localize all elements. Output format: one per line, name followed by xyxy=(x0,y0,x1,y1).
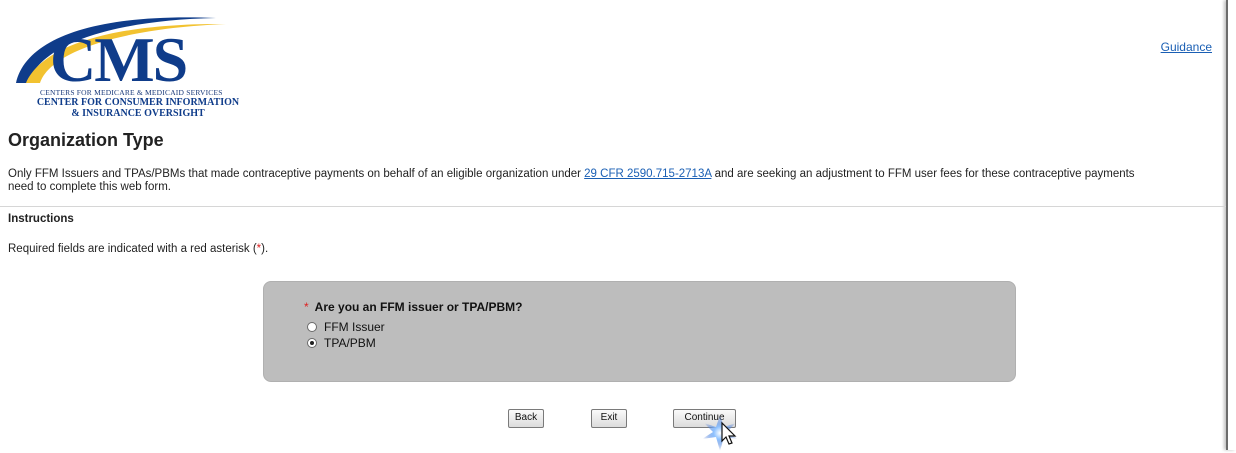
cms-logo: CMS CENTERS FOR MEDICARE & MEDICAID SERV… xyxy=(6,8,262,119)
question-panel: * Are you an FFM issuer or TPA/PBM? FFM I… xyxy=(263,281,1016,382)
question-required-asterisk: * xyxy=(304,300,309,314)
required-note: Required fields are indicated with a red… xyxy=(8,243,268,255)
logo-subtitle-oversight: & INSURANCE OVERSIGHT xyxy=(71,108,205,119)
back-button[interactable]: Back xyxy=(508,409,544,428)
intro-text: Only FFM Issuers and TPAs/PBMs that made… xyxy=(8,168,1158,194)
cfr-link[interactable]: 29 CFR 2590.715-2713A xyxy=(584,168,711,180)
instructions-header: Instructions xyxy=(8,213,74,225)
click-burst-icon xyxy=(702,415,738,451)
question-label-text: Are you an FFM issuer or TPA/PBM? xyxy=(314,300,523,314)
exit-button[interactable]: Exit xyxy=(591,409,627,428)
question-label: * Are you an FFM issuer or TPA/PBM? xyxy=(304,300,522,314)
radio-label-tpa-pbm[interactable]: TPA/PBM xyxy=(324,336,376,350)
guidance-link[interactable]: Guidance xyxy=(1161,40,1212,54)
logo-subtitle-agency: CENTERS FOR MEDICARE & MEDICAID SERVICES xyxy=(40,88,223,97)
radio-label-ffm-issuer[interactable]: FFM Issuer xyxy=(324,320,385,334)
section-divider xyxy=(0,206,1226,207)
window-right-edge xyxy=(1226,0,1236,450)
radio-option-tpa-pbm[interactable]: TPA/PBM xyxy=(307,336,376,350)
required-note-after: ). xyxy=(261,243,269,255)
required-note-before: Required fields are indicated with a red… xyxy=(8,243,257,255)
radio-checked-icon[interactable] xyxy=(307,338,317,348)
radio-option-ffm-issuer[interactable]: FFM Issuer xyxy=(307,320,385,334)
logo-subtitle-center: CENTER FOR CONSUMER INFORMATION xyxy=(36,97,240,108)
radio-unchecked-icon[interactable] xyxy=(307,322,317,332)
intro-text-before: Only FFM Issuers and TPAs/PBMs that made… xyxy=(8,168,585,180)
page-title: Organization Type xyxy=(8,130,164,150)
logo-wordmark: CMS xyxy=(50,24,188,95)
